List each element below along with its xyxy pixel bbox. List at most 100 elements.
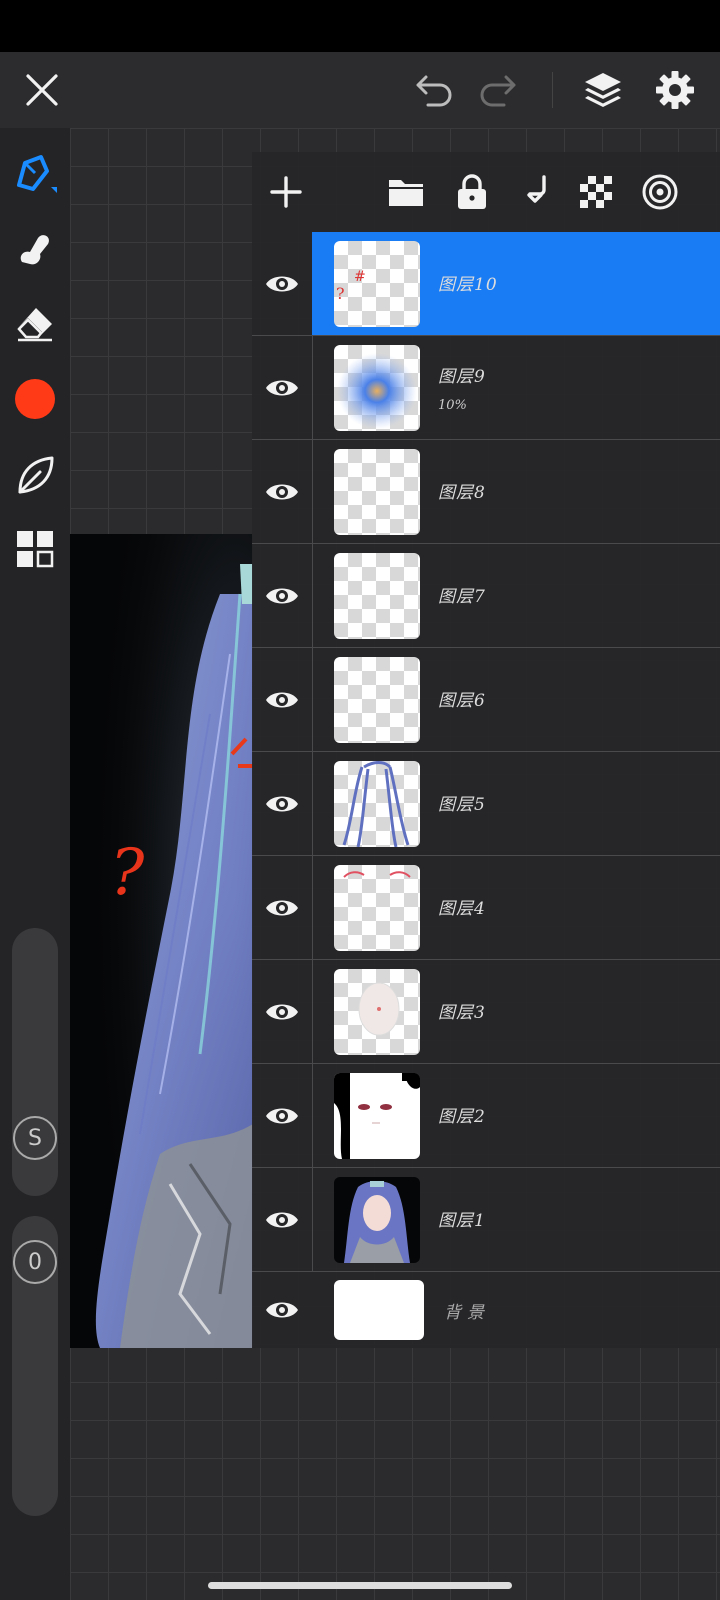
layer-name: 图层6 xyxy=(438,691,486,711)
add-icon xyxy=(270,176,302,208)
layer-row[interactable]: 图层2 xyxy=(252,1064,720,1168)
settings-button[interactable] xyxy=(650,66,700,114)
lock-icon xyxy=(458,174,486,209)
layer-thumbnail xyxy=(334,969,420,1055)
visibility-toggle[interactable] xyxy=(260,1096,304,1136)
row-divider xyxy=(312,856,313,959)
layer-row[interactable]: #? 图层10 xyxy=(252,232,720,336)
layer-name: 图层9 xyxy=(438,367,486,387)
visibility-toggle[interactable] xyxy=(260,888,304,928)
row-divider xyxy=(312,960,313,1063)
leaf-icon xyxy=(18,456,54,494)
eye-icon xyxy=(266,588,298,604)
layer-row[interactable]: 图层3 xyxy=(252,960,720,1064)
layer-thumbnail xyxy=(334,1177,420,1263)
svg-text:?: ? xyxy=(110,836,145,910)
layer-thumbnail: #? xyxy=(334,241,420,327)
layer-thumbnail xyxy=(334,865,420,951)
eye-icon xyxy=(266,276,298,292)
row-divider xyxy=(312,1168,313,1271)
eye-icon xyxy=(266,380,298,396)
background-layer-row[interactable]: 背景 xyxy=(252,1272,720,1348)
smudge-icon xyxy=(20,235,49,265)
layer-name: 图层7 xyxy=(438,587,486,607)
transparency-lock-button[interactable] xyxy=(572,168,620,216)
add-layer-button[interactable] xyxy=(262,168,310,216)
lock-button[interactable] xyxy=(448,168,496,216)
redo-button[interactable] xyxy=(474,66,522,114)
top-toolbar xyxy=(0,52,720,128)
eraser-tool[interactable] xyxy=(10,298,60,348)
layers-icon xyxy=(585,73,621,107)
layer-row[interactable]: 图层8 xyxy=(252,440,720,544)
visibility-toggle[interactable] xyxy=(260,472,304,512)
svg-text:?: ? xyxy=(336,284,345,303)
row-divider xyxy=(312,752,313,855)
gallery-grid-icon xyxy=(17,531,54,568)
transparency-icon xyxy=(580,176,612,208)
close-button[interactable] xyxy=(18,66,66,114)
row-divider xyxy=(312,440,313,543)
redo-icon xyxy=(480,75,516,107)
eye-icon xyxy=(266,1108,298,1124)
pen-tool[interactable] xyxy=(10,148,60,198)
smudge-tool[interactable] xyxy=(10,224,60,274)
layer-thumbnail xyxy=(334,345,420,431)
layer-row[interactable]: 图层1 xyxy=(252,1168,720,1272)
pen-icon xyxy=(17,155,57,193)
visibility-toggle[interactable] xyxy=(260,1290,304,1330)
eye-icon xyxy=(266,1212,298,1228)
visibility-toggle[interactable] xyxy=(260,576,304,616)
color-picker[interactable] xyxy=(10,374,60,424)
background-thumbnail xyxy=(334,1280,424,1340)
blend-mode-button[interactable] xyxy=(636,168,684,216)
layer-row[interactable]: 图层9 10% xyxy=(252,336,720,440)
layer-thumbnail xyxy=(334,1073,420,1159)
layers-button[interactable] xyxy=(578,66,628,114)
visibility-toggle[interactable] xyxy=(260,264,304,304)
undo-button[interactable] xyxy=(410,66,458,114)
layer-thumbnail xyxy=(334,553,420,639)
layer-row[interactable]: 图层7 xyxy=(252,544,720,648)
visibility-toggle[interactable] xyxy=(260,368,304,408)
brush-opacity-badge: 0 xyxy=(13,1240,57,1284)
eye-icon xyxy=(266,692,298,708)
leaf-tool[interactable] xyxy=(10,450,60,500)
row-divider xyxy=(312,1064,313,1167)
layers-panel: #? 图层10 图层9 10% 图层8 图层7 图层6 图层5 图层4 图层3 … xyxy=(252,152,720,1348)
left-toolbar: S 0 xyxy=(0,128,70,1600)
visibility-toggle[interactable] xyxy=(260,680,304,720)
color-swatch xyxy=(15,379,55,419)
row-divider xyxy=(312,544,313,647)
gear-icon xyxy=(656,71,694,109)
folder-button[interactable] xyxy=(382,168,430,216)
home-indicator[interactable] xyxy=(208,1582,512,1589)
visibility-toggle[interactable] xyxy=(260,1200,304,1240)
layer-row[interactable]: 图层4 xyxy=(252,856,720,960)
row-divider xyxy=(312,648,313,751)
gallery-button[interactable] xyxy=(10,524,60,574)
layer-name: 图层1 xyxy=(438,1211,486,1231)
layer-row[interactable]: 图层5 xyxy=(252,752,720,856)
svg-text:#: # xyxy=(354,269,366,285)
eraser-icon xyxy=(17,308,52,342)
merge-down-button[interactable] xyxy=(512,168,560,216)
undo-icon xyxy=(416,75,452,107)
layer-thumbnail xyxy=(334,449,420,535)
layer-row[interactable]: 图层6 xyxy=(252,648,720,752)
layer-name: 图层5 xyxy=(438,795,486,815)
canvas-artwork[interactable]: ? xyxy=(70,534,253,1348)
artwork-image: ? xyxy=(70,534,253,1348)
visibility-toggle[interactable] xyxy=(260,992,304,1032)
close-icon xyxy=(26,74,58,106)
folder-icon xyxy=(389,180,423,206)
layer-name: 图层2 xyxy=(438,1107,486,1127)
status-bar xyxy=(0,0,720,52)
brush-size-badge: S xyxy=(13,1116,57,1160)
layer-name: 图层4 xyxy=(438,899,486,919)
visibility-toggle[interactable] xyxy=(260,784,304,824)
eye-icon xyxy=(266,1004,298,1020)
eye-icon xyxy=(266,900,298,916)
layer-name: 图层8 xyxy=(438,483,486,503)
merge-down-icon xyxy=(527,175,546,203)
